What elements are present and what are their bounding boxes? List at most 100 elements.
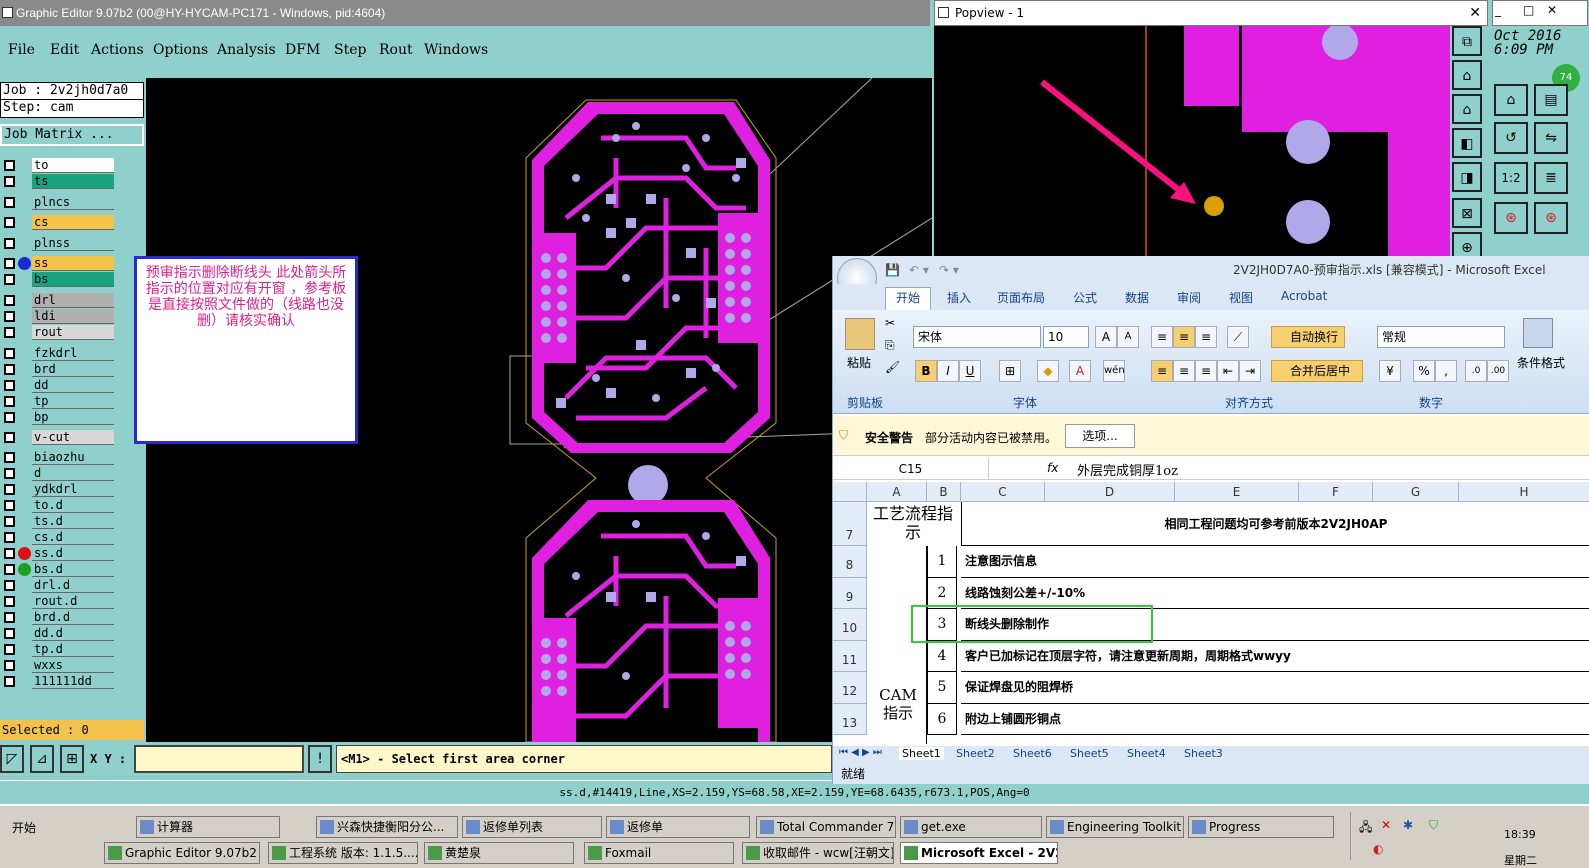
layer-name[interactable]: rout xyxy=(32,325,114,340)
align-middle-icon[interactable]: ≡ xyxy=(1173,326,1195,348)
tab-page-layout[interactable]: 页面布局 xyxy=(997,289,1045,306)
layer-checkbox[interactable] xyxy=(4,348,15,359)
col-header[interactable]: D xyxy=(1045,482,1175,502)
menu-analysis[interactable]: Analysis xyxy=(217,42,276,58)
menu-edit[interactable]: Edit xyxy=(50,42,79,58)
layer-name[interactable]: brd xyxy=(32,362,114,377)
layer-checkbox[interactable] xyxy=(4,516,15,527)
taskbar-item[interactable]: 计算器 xyxy=(136,816,280,838)
layer-name[interactable]: wxxs xyxy=(32,658,114,673)
decrease-indent-icon[interactable]: ⇤ xyxy=(1217,360,1239,382)
font-color-icon[interactable]: A xyxy=(1069,360,1091,382)
layer-checkbox[interactable] xyxy=(4,580,15,591)
layer-row[interactable]: bp xyxy=(0,410,118,425)
layer-row[interactable]: rout xyxy=(0,325,118,340)
ratio-icon[interactable]: 1:2 xyxy=(1494,162,1528,194)
tray-bluetooth-icon[interactable]: ✱ xyxy=(1403,818,1413,832)
center-icon[interactable]: ⊕ xyxy=(1452,232,1482,258)
layer-row[interactable]: fzkdrl xyxy=(0,346,118,361)
layer-row[interactable]: d xyxy=(0,466,118,481)
layer-checkbox[interactable] xyxy=(4,596,15,607)
comma-icon[interactable]: , xyxy=(1435,360,1457,382)
sheet-nav-icon[interactable]: ⏮ ◀ ▶ ⏭ xyxy=(839,747,882,758)
layer-row[interactable]: dd.d xyxy=(0,626,118,641)
maximize-icon[interactable]: □ xyxy=(1523,3,1534,17)
border-icon[interactable]: ⊞ xyxy=(999,360,1021,382)
menu-dfm[interactable]: DFM xyxy=(285,42,320,58)
instruction-cell[interactable]: 保证焊盘见的阻焊桥 xyxy=(961,672,1589,704)
col-header[interactable]: F xyxy=(1299,482,1373,502)
net2-icon[interactable]: ⊛ xyxy=(1534,202,1568,234)
menu-step[interactable]: Step xyxy=(334,42,366,58)
layer-name[interactable]: plnss xyxy=(32,236,114,251)
layer-name[interactable]: cs xyxy=(32,215,114,230)
instruction-cell[interactable]: 注意图示信息 xyxy=(961,546,1589,578)
home-up-icon[interactable]: ⌂ xyxy=(1452,60,1482,90)
fill-color-icon[interactable]: ◆ xyxy=(1037,360,1059,382)
layer-name[interactable]: to.d xyxy=(32,498,114,513)
layer-row[interactable]: tp xyxy=(0,394,118,409)
col-header[interactable]: C xyxy=(961,482,1045,502)
layer-row[interactable]: tp.d xyxy=(0,642,118,657)
row-header[interactable]: 8 xyxy=(833,546,867,578)
align-top-icon[interactable]: ≡ xyxy=(1151,326,1173,348)
menu-options[interactable]: Options xyxy=(153,42,208,58)
wrap-text-button[interactable]: 自动换行 xyxy=(1271,326,1345,348)
pan-right-icon[interactable]: ◨ xyxy=(1452,162,1482,192)
layer-checkbox[interactable] xyxy=(4,160,15,171)
layer-name[interactable]: rout.d xyxy=(32,594,114,609)
currency-icon[interactable]: ¥ xyxy=(1379,360,1401,382)
layer-checkbox[interactable] xyxy=(4,468,15,479)
layer-row[interactable]: rout.d xyxy=(0,594,118,609)
increase-indent-icon[interactable]: ⇥ xyxy=(1239,360,1261,382)
tab-formulas[interactable]: 公式 xyxy=(1073,289,1097,306)
taskbar-item[interactable]: 工程系统 版本: 1.1.5.... xyxy=(268,842,418,864)
conditional-format-icon[interactable] xyxy=(1523,318,1553,348)
tab-review[interactable]: 审阅 xyxy=(1177,289,1201,306)
layer-row[interactable]: drl.d xyxy=(0,578,118,593)
layer-row[interactable]: v-cut xyxy=(0,430,118,445)
underline-icon[interactable]: U xyxy=(959,360,981,382)
paste-button[interactable]: 粘贴 xyxy=(847,354,871,371)
taskbar-item[interactable]: 兴森快捷衡阳分公... xyxy=(316,816,458,838)
instruction-cell[interactable]: 客户已加标记在顶层字符，请注意更新周期，周期格式wwyy xyxy=(961,641,1589,672)
cut-icon[interactable]: ✂ xyxy=(885,316,895,330)
layers-icon[interactable]: ≣ xyxy=(1534,162,1568,194)
taskbar-item[interactable]: Microsoft Excel - 2V2J... xyxy=(900,842,1058,864)
net-icon[interactable]: ⊛ xyxy=(1494,202,1528,234)
col-header[interactable]: G xyxy=(1373,482,1459,502)
bold-icon[interactable]: B xyxy=(915,360,937,382)
menu-rout[interactable]: Rout xyxy=(379,42,413,58)
layer-checkbox[interactable] xyxy=(4,311,15,322)
layer-row[interactable]: cs xyxy=(0,215,118,230)
taskbar-item[interactable]: Total Commander 7.0 ... xyxy=(756,816,896,838)
layer-name[interactable]: ldi xyxy=(32,309,114,324)
sheet-tab[interactable]: Sheet5 xyxy=(1070,747,1109,760)
tab-data[interactable]: 数据 xyxy=(1125,289,1149,306)
zoom-tool-icon[interactable]: ⧉ xyxy=(1452,26,1482,56)
layer-row[interactable]: plnss xyxy=(0,236,118,251)
tab-home[interactable]: 开始 xyxy=(885,287,932,310)
layer-checkbox[interactable] xyxy=(4,258,15,269)
step-number[interactable]: 4 xyxy=(927,640,957,672)
menu-windows[interactable]: Windows xyxy=(424,42,488,58)
layer-row[interactable]: plncs xyxy=(0,195,118,210)
layer-row[interactable]: brd.d xyxy=(0,610,118,625)
orientation-icon[interactable]: ⟋ xyxy=(1227,326,1249,348)
pan-left-icon[interactable]: ◧ xyxy=(1452,128,1482,158)
layer-row[interactable]: cs.d xyxy=(0,530,118,545)
layer-name[interactable]: fzkdrl xyxy=(32,346,114,361)
copy-icon[interactable]: ⎘ xyxy=(885,338,895,353)
layer-checkbox[interactable] xyxy=(4,412,15,423)
layer-row[interactable]: 111111dd xyxy=(0,674,118,689)
layer-name[interactable]: tp.d xyxy=(32,642,114,657)
align-right-icon[interactable]: ≡ xyxy=(1195,360,1217,382)
minimize-icon[interactable]: _ xyxy=(1495,3,1501,17)
taskbar-item[interactable]: Foxmail xyxy=(584,842,734,864)
shrink-font-icon[interactable]: A xyxy=(1117,326,1139,348)
layer-checkbox[interactable] xyxy=(4,484,15,495)
layer-checkbox[interactable] xyxy=(4,380,15,391)
name-box[interactable]: C15 xyxy=(833,458,989,480)
tab-insert[interactable]: 插入 xyxy=(947,289,971,306)
layer-checkbox[interactable] xyxy=(4,532,15,543)
